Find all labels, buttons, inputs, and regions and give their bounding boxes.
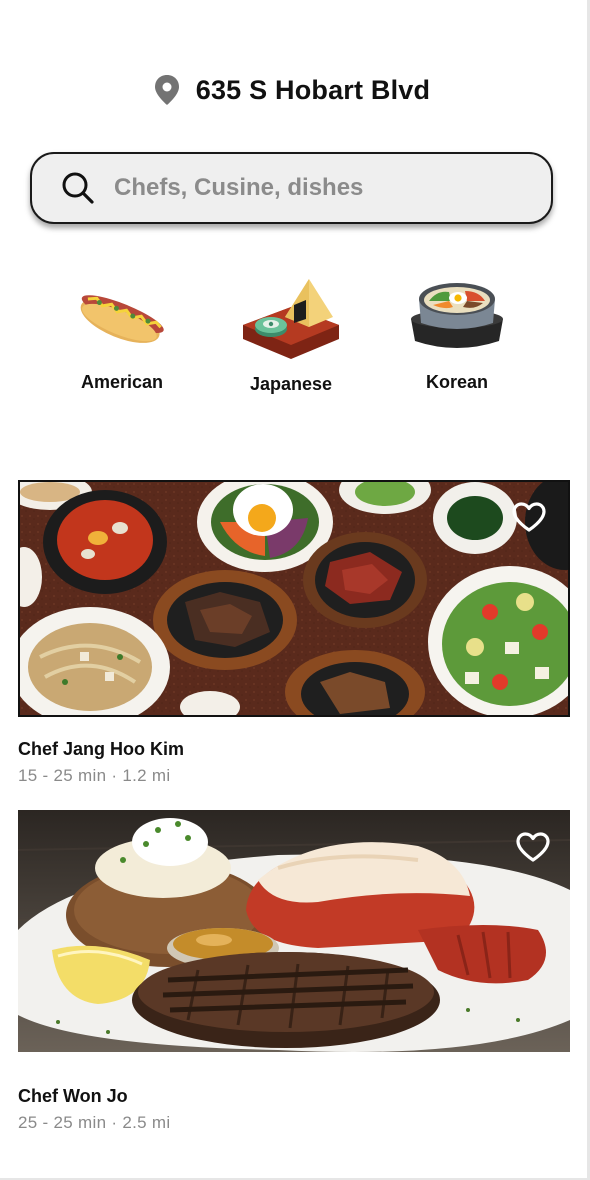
heart-outline-icon[interactable] xyxy=(514,830,552,864)
category-row: American Japanese Korean xyxy=(0,270,590,410)
location-header[interactable]: 635 S Hobart Blvd xyxy=(0,70,590,110)
chef-meta: 15 - 25 min · 1.2 mi xyxy=(18,766,171,785)
onigiri-bento-icon xyxy=(236,272,346,364)
chef-card[interactable]: Chef Jang Hoo Kim 15 - 25 min · 1.2 mi xyxy=(18,480,570,786)
search-input[interactable] xyxy=(112,173,516,203)
chef-name: Chef Won Jo xyxy=(18,1086,128,1106)
heart-outline-icon[interactable] xyxy=(510,500,548,534)
category-korean[interactable]: Korean xyxy=(387,270,527,400)
search-bar[interactable] xyxy=(30,152,553,224)
search-icon xyxy=(60,170,96,206)
address-text: 635 S Hobart Blvd xyxy=(195,74,431,105)
category-label: Japanese xyxy=(249,374,333,394)
bibimbap-pot-icon xyxy=(402,270,512,362)
category-american[interactable]: American xyxy=(52,270,192,400)
chef-name: Chef Jang Hoo Kim xyxy=(18,739,185,759)
chef-meta: 25 - 25 min · 2.5 mi xyxy=(18,1113,171,1132)
steak-lobster-photo[interactable] xyxy=(18,810,570,1052)
app-screen: 635 S Hobart Blvd Chefs, Cusine, dishes … xyxy=(0,0,590,1180)
category-japanese[interactable]: Japanese xyxy=(221,272,361,402)
korean-feast-photo[interactable] xyxy=(18,480,570,717)
chef-card[interactable]: Chef Won Jo 25 - 25 min · 2.5 mi xyxy=(18,810,570,1133)
map-pin-icon xyxy=(152,74,182,106)
hot-dog-icon xyxy=(67,270,177,362)
category-label: Korean xyxy=(425,372,488,392)
category-label: American xyxy=(80,372,164,392)
